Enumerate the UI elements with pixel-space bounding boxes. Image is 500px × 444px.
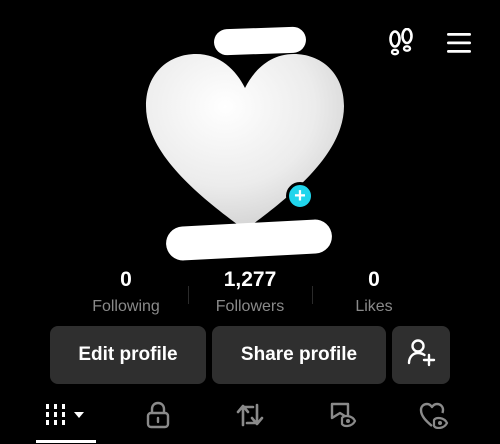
repost-icon: [235, 401, 265, 434]
followers-label: Followers: [215, 298, 285, 315]
share-profile-button[interactable]: Share profile: [212, 326, 386, 384]
redacted-username: [165, 218, 333, 262]
following-label: Following: [92, 298, 160, 315]
tab-favorites[interactable]: [322, 400, 362, 434]
profile-tabs: [0, 394, 500, 444]
tab-videos[interactable]: [42, 400, 90, 434]
add-avatar-badge[interactable]: +: [286, 182, 314, 210]
tab-reposts[interactable]: [230, 400, 270, 434]
likes-count: 0: [368, 268, 380, 291]
lock-icon: [145, 401, 171, 434]
selected-tab-indicator: [36, 440, 96, 443]
add-user-icon: [406, 337, 436, 373]
redacted-name: [213, 26, 307, 56]
avatar[interactable]: [140, 42, 350, 242]
add-friend-button[interactable]: [392, 326, 450, 384]
stat-likes[interactable]: 0 Likes: [312, 268, 436, 320]
footprints-icon[interactable]: [386, 27, 416, 58]
profile-stats: 0 Following 1,277 Followers 0 Likes: [64, 268, 436, 320]
likes-label: Likes: [355, 298, 393, 315]
favorites-icon: [327, 401, 357, 434]
stat-followers[interactable]: 1,277 Followers: [188, 268, 312, 320]
tab-private[interactable]: [138, 400, 178, 434]
menu-icon[interactable]: [445, 30, 473, 56]
edit-profile-button[interactable]: Edit profile: [50, 326, 206, 384]
following-count: 0: [120, 268, 132, 291]
videos-grid-icon: [43, 402, 89, 433]
tab-liked[interactable]: [414, 400, 454, 434]
liked-icon: [418, 401, 450, 434]
followers-count: 1,277: [223, 268, 277, 291]
stat-following[interactable]: 0 Following: [64, 268, 188, 320]
